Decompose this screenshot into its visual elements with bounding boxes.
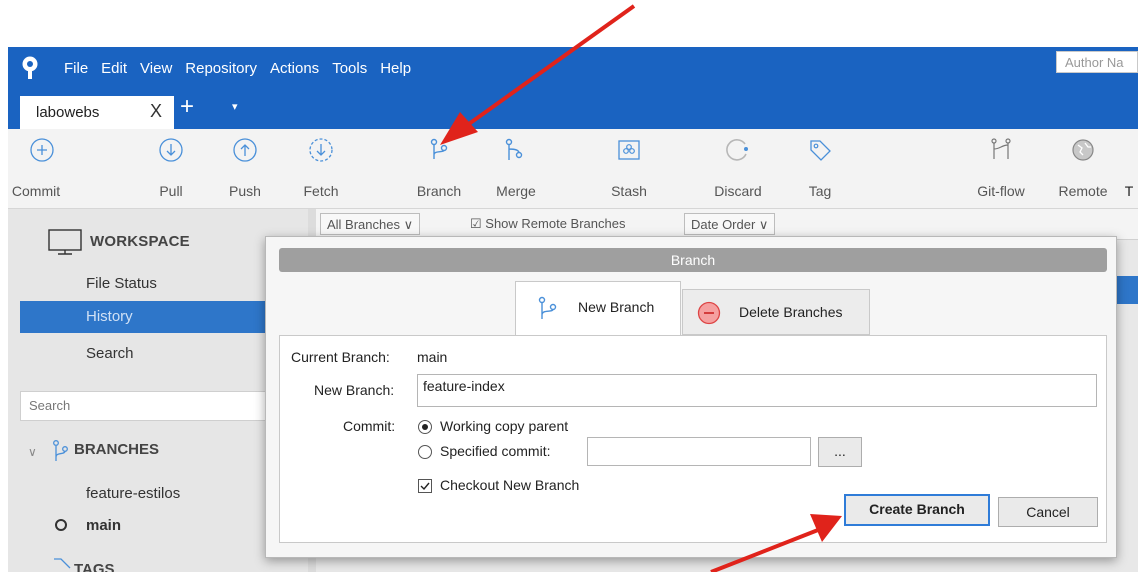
commit-icon	[30, 138, 54, 162]
all-branches-dropdown[interactable]: All Branches ∨	[320, 213, 421, 235]
tab-close-icon[interactable]: X	[150, 101, 162, 122]
commit-label: Commit:	[343, 418, 396, 434]
author-filter-input[interactable]: Author Na	[1056, 51, 1138, 73]
workspace-heading: WORKSPACE	[90, 233, 190, 250]
tag-icon	[54, 558, 71, 569]
tab-delete-branches[interactable]: Delete Branches	[682, 289, 870, 335]
specified-commit-radio[interactable]	[418, 445, 432, 459]
git-flow-icon	[991, 138, 1011, 159]
sidebar-item-history-label: History	[86, 308, 133, 325]
branch-dialog: Branch New Branch Delete Branches Curren…	[265, 236, 1117, 558]
menu-actions[interactable]: Actions	[270, 60, 319, 77]
dialog-title: Branch	[670, 252, 716, 268]
create-branch-button[interactable]: Create Branch	[844, 494, 990, 526]
app-logo-icon	[22, 56, 38, 79]
repo-tab[interactable]: labowebs X	[20, 96, 174, 129]
chevron-down-icon[interactable]: ∨	[28, 445, 37, 459]
sidebar-search-placeholder: Search	[29, 398, 71, 413]
push-button[interactable]: Push	[220, 129, 270, 208]
fetch-icon	[309, 138, 333, 162]
specified-commit-label: Specified commit:	[440, 443, 551, 459]
sidebar-item-file-status[interactable]: File Status	[86, 275, 157, 292]
sidebar-item-search[interactable]: Search	[86, 345, 134, 362]
checkmark-icon	[420, 482, 430, 491]
new-branch-label: New Branch:	[314, 382, 395, 398]
menu-file[interactable]: File	[64, 60, 88, 77]
fetch-button[interactable]: Fetch	[296, 129, 346, 208]
branch-item-feature-estilos[interactable]: feature-estilos	[86, 485, 180, 502]
checkout-label: Checkout New Branch	[440, 477, 580, 493]
menu-tools[interactable]: Tools	[332, 60, 367, 77]
checkout-checkbox[interactable]	[418, 479, 432, 493]
menu-bar: File Edit View Repository Actions Tools …	[64, 60, 424, 77]
toolbar: Commit Pull Push Fetch Branch Merge Stas…	[8, 129, 1138, 209]
branch-icon	[430, 138, 448, 159]
branch-icon	[538, 296, 557, 319]
menu-repository[interactable]: Repository	[185, 60, 257, 77]
commit-button[interactable]: Commit	[8, 129, 78, 208]
discard-button[interactable]: Discard	[706, 129, 770, 208]
tab-new-branch-label: New Branch	[578, 299, 655, 315]
working-copy-radio[interactable]	[418, 420, 432, 434]
titlebar: File Edit View Repository Actions Tools …	[8, 47, 1138, 129]
pull-button[interactable]: Pull	[146, 129, 196, 208]
show-remote-checkbox[interactable]: ☑ Show Remote Branches	[464, 213, 631, 235]
sidebar: WORKSPACE File Status History Search Sea…	[8, 209, 308, 572]
tag-button[interactable]: Tag	[800, 129, 840, 208]
terminal-button[interactable]: T	[1120, 129, 1138, 208]
current-branch-label: Current Branch:	[291, 349, 390, 365]
repo-tab-label: labowebs	[36, 104, 100, 121]
remove-icon	[697, 301, 721, 325]
menu-help[interactable]: Help	[380, 60, 411, 77]
dialog-title-bar: Branch	[279, 248, 1107, 272]
browse-commit-button[interactable]: ...	[818, 437, 862, 467]
monitor-icon	[48, 229, 82, 255]
date-order-dropdown[interactable]: Date Order ∨	[684, 213, 776, 235]
remote-button[interactable]: Remote	[1050, 129, 1116, 208]
stash-button[interactable]: Stash	[601, 129, 657, 208]
tab-new-branch[interactable]: New Branch	[515, 281, 681, 336]
discard-icon	[726, 139, 748, 161]
branch-button[interactable]: Branch	[408, 129, 470, 208]
branches-heading[interactable]: BRANCHES	[74, 441, 159, 458]
specified-commit-input[interactable]	[587, 437, 811, 466]
branch-icon	[53, 440, 68, 461]
tab-dropdown-icon[interactable]: ▾	[232, 100, 238, 113]
cancel-button[interactable]: Cancel	[998, 497, 1098, 527]
stash-icon	[618, 140, 640, 160]
push-icon	[233, 138, 257, 162]
new-branch-input[interactable]: feature-index	[417, 374, 1097, 407]
new-branch-panel: Current Branch: main New Branch: feature…	[279, 335, 1107, 543]
tags-heading[interactable]: TAGS	[74, 561, 115, 572]
current-branch-value: main	[417, 349, 448, 365]
new-tab-icon[interactable]: +	[180, 93, 194, 121]
tab-delete-branches-label: Delete Branches	[739, 304, 843, 320]
working-copy-label: Working copy parent	[440, 418, 569, 434]
menu-view[interactable]: View	[140, 60, 172, 77]
pull-icon	[159, 138, 183, 162]
merge-icon	[505, 138, 523, 160]
menu-edit[interactable]: Edit	[101, 60, 127, 77]
globe-icon	[1072, 139, 1094, 161]
git-flow-button[interactable]: Git-flow	[968, 129, 1034, 208]
merge-button[interactable]: Merge	[486, 129, 546, 208]
branch-item-main[interactable]: main	[86, 517, 121, 534]
current-branch-icon	[55, 519, 67, 531]
tag-icon	[810, 140, 831, 161]
